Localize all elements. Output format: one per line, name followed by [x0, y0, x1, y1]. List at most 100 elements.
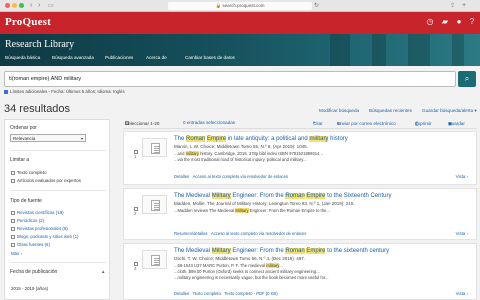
modify-search-link[interactable]: Modificar búsqueda — [319, 108, 359, 113]
result-checkbox[interactable]: 1 — [134, 149, 140, 159]
checkbox[interactable] — [134, 206, 138, 211]
result-snippet: ...Madden reviews The Medieval Military … — [174, 208, 444, 214]
link-resolver-link[interactable]: Acceso al texto completo vía resolvedor … — [193, 174, 288, 179]
source-checkbox[interactable] — [11, 226, 15, 231]
source-trade-journals[interactable]: Revistas profesionales (6) — [11, 226, 68, 231]
document-thumbnail[interactable] — [142, 138, 167, 157]
folder-icon[interactable]: ▰ — [440, 17, 450, 27]
source-type-label: Tipo de fuente — [10, 198, 42, 204]
url-text: search.proquest.com — [222, 3, 265, 8]
title-text: The Medieval — [174, 248, 212, 254]
source-label: Periódicos (2) — [17, 218, 45, 223]
cite-label: Citar — [313, 121, 323, 126]
result-title[interactable]: The Medieval Military Engineer: From the… — [174, 248, 389, 254]
nav-about[interactable]: Acerca de — [146, 55, 167, 60]
preview-link[interactable]: Vista › — [456, 291, 468, 296]
source-checkbox[interactable] — [11, 242, 15, 247]
nav-advanced-search[interactable]: Búsqueda avanzada — [52, 55, 94, 60]
reload-icon[interactable]: ↻ — [314, 1, 319, 11]
chevron-down-icon: ▾ — [80, 136, 83, 141]
highlight: military — [309, 136, 329, 142]
limit-peer-reviewed[interactable]: Artículos evaluados por expertos — [11, 178, 81, 183]
full-text-pdf-link[interactable]: Texto completo - PDF (0 KB) — [224, 291, 277, 296]
close-window-button[interactable] — [5, 3, 10, 8]
preview-link[interactable]: Vista › — [456, 231, 468, 236]
source-label: Revistas científicas (19) — [17, 210, 64, 215]
highlight: Roman — [186, 136, 206, 142]
search-area: ti(roman empire) AND military ⌕ Límites … — [0, 66, 480, 100]
details-link[interactable]: Detalles — [174, 291, 189, 296]
print-label: Imprimir — [415, 121, 432, 126]
maximize-window-button[interactable] — [19, 3, 24, 8]
proquest-logo[interactable]: ProQuest — [5, 16, 51, 28]
checkbox[interactable] — [134, 149, 138, 154]
selected-count[interactable]: 0 entradas seleccionadas — [183, 120, 235, 125]
title-text: in late antiquity: a political and — [226, 136, 310, 142]
sort-select[interactable]: Relevancia ▾ — [10, 134, 86, 142]
nav-publications[interactable]: Publicaciones — [105, 55, 133, 60]
select-all-label: Seleccionar 1-20 — [125, 121, 160, 126]
full-text-checkbox[interactable] — [11, 170, 15, 175]
source-other[interactable]: Otras fuentes (6) — [11, 242, 50, 247]
browser-toolbar: ‹ › ▭ 🔒 search.proquest.com ↻ ⇪ + — [0, 0, 480, 12]
minimize-window-button[interactable] — [12, 3, 17, 8]
document-icon — [151, 200, 160, 211]
pub-date-label: Fecha de publicación — [10, 269, 58, 275]
search-button[interactable]: ⌕ — [458, 71, 476, 87]
highlight: Empire — [207, 136, 227, 142]
highlight: Roman — [285, 193, 305, 199]
source-checkbox[interactable] — [11, 210, 15, 215]
highlight: Empire — [306, 193, 326, 199]
result-item: 3 The Medieval Military Engineer: From t… — [123, 243, 477, 300]
nav-basic-search[interactable]: Búsqueda básica — [5, 55, 40, 60]
limit-full-text[interactable]: Texto completo — [11, 170, 47, 175]
checkbox[interactable] — [134, 261, 138, 266]
document-thumbnail[interactable] — [142, 250, 167, 269]
share-icon[interactable]: ⇪ — [450, 1, 455, 11]
sort-value: Relevancia — [13, 136, 36, 141]
link-resolver-link[interactable]: Acceso al texto completo vía resolvedor … — [211, 231, 306, 236]
snippet-text: ...Madden reviews The Medieval — [174, 208, 236, 213]
source-checkbox[interactable] — [11, 234, 15, 239]
document-thumbnail[interactable] — [142, 195, 167, 214]
highlight: military — [266, 263, 280, 268]
limits-checkbox[interactable] — [4, 89, 8, 94]
forward-icon[interactable]: › — [38, 1, 40, 11]
address-bar[interactable]: 🔒 search.proquest.com — [168, 2, 312, 10]
document-icon — [151, 143, 160, 154]
new-tab-icon[interactable]: + — [462, 1, 466, 11]
help-icon[interactable]: ? — [467, 17, 477, 27]
source-blogs[interactable]: Blogs, podcasts y sitios web (1) — [11, 234, 79, 239]
history-icon[interactable]: ◷ — [425, 17, 435, 27]
highlight: Military — [211, 193, 231, 199]
result-snippet: ...military engineering is necessarily v… — [174, 275, 329, 280]
more-sources-link[interactable]: Más › — [11, 251, 22, 256]
highlight: Roman — [285, 248, 305, 254]
full-text-link[interactable]: Texto completo — [193, 291, 221, 296]
search-input[interactable]: ti(roman empire) AND military — [4, 71, 456, 87]
collapse-icon[interactable]: ▲ — [101, 269, 105, 274]
back-icon[interactable]: ‹ — [30, 1, 32, 11]
recent-searches-link[interactable]: Búsquedas recientes — [369, 108, 412, 113]
result-title[interactable]: The Medieval Military Engineer: From the… — [174, 193, 391, 199]
preview-link[interactable]: Vista › — [456, 174, 468, 179]
result-item: 2 The Medieval Military Engineer: From t… — [123, 188, 477, 240]
result-title[interactable]: The Roman Empire in late antiquity: a po… — [174, 136, 348, 142]
highlight: Military — [235, 208, 249, 213]
source-checkbox[interactable] — [11, 218, 15, 223]
save-search-link[interactable]: Guardar búsqueda/alerta ▾ — [422, 108, 477, 114]
result-number: 2 — [134, 211, 137, 216]
nav-change-databases[interactable]: Cambiar bases de datos — [185, 55, 235, 60]
user-icon[interactable]: ● — [454, 17, 464, 27]
source-scholarly-journals[interactable]: Revistas científicas (19) — [11, 210, 64, 215]
peer-reviewed-checkbox[interactable] — [11, 178, 15, 183]
abstract-details-link[interactable]: Resumen/detalles — [174, 231, 208, 236]
source-newspapers[interactable]: Periódicos (2) — [11, 218, 44, 223]
additional-limits[interactable]: Límites adicionales - Fecha: Últimos 5 a… — [4, 89, 125, 94]
result-checkbox[interactable]: 3 — [134, 261, 140, 271]
sidebar-icon[interactable]: ▭ — [48, 1, 54, 11]
proquest-header: ProQuest ◷ ▰ ● ? — [0, 12, 480, 34]
result-checkbox[interactable]: 2 — [134, 206, 140, 216]
result-snippet: ...via the most traditional road of hist… — [174, 157, 307, 162]
details-link[interactable]: Detalles — [174, 174, 189, 179]
